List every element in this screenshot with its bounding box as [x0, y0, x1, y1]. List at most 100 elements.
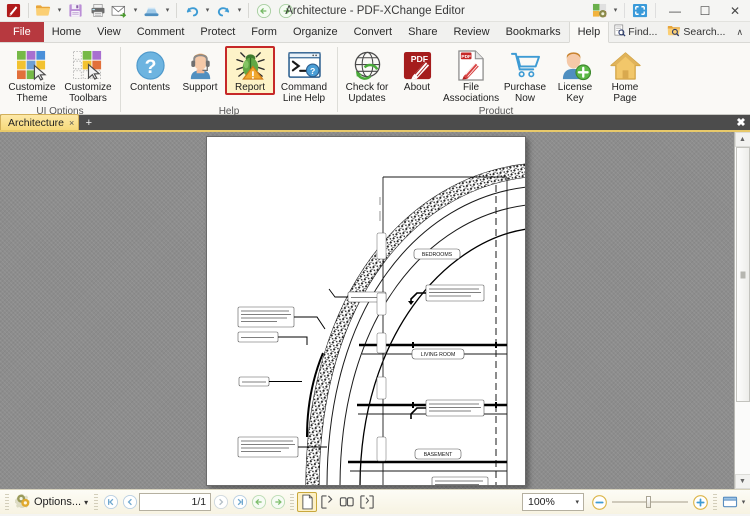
document-tab-label: Architecture — [8, 116, 65, 129]
document-tab-close-icon[interactable]: × — [69, 118, 74, 128]
tab-share[interactable]: Share — [400, 22, 445, 42]
fullscreen-icon[interactable] — [629, 1, 651, 21]
redo-icon[interactable] — [213, 1, 234, 21]
home-page-button[interactable]: Home Page — [600, 46, 650, 105]
tab-comment[interactable]: Comment — [129, 22, 193, 42]
close-button[interactable]: ✕ — [720, 0, 750, 22]
support-button[interactable]: Support — [175, 46, 225, 94]
tab-home[interactable]: Home — [44, 22, 89, 42]
new-tab-button[interactable]: + — [81, 115, 96, 130]
two-page-view-button[interactable] — [337, 492, 357, 512]
previous-view-button[interactable] — [249, 493, 268, 512]
tab-form[interactable]: Form — [243, 22, 285, 42]
app-logo-icon[interactable] — [3, 1, 24, 21]
scan-dropdown-caret-icon[interactable]: ▾ — [163, 1, 172, 21]
purchase-now-icon — [510, 49, 541, 81]
scan-icon[interactable] — [141, 1, 162, 21]
scroll-up-icon[interactable]: ▲ — [734, 132, 750, 147]
statusbar-drag-handle-3[interactable] — [290, 493, 295, 511]
zoom-out-button[interactable] — [590, 493, 609, 512]
undo-icon[interactable] — [181, 1, 202, 21]
customize-caret-icon[interactable]: ▾ — [611, 1, 620, 21]
options-button[interactable]: Options... ▾ — [12, 492, 91, 512]
file-associations-icon: PDF — [457, 49, 485, 81]
next-page-button[interactable] — [211, 493, 230, 512]
scroll-track[interactable] — [734, 147, 750, 474]
zoom-slider[interactable] — [612, 496, 688, 508]
single-page-view-button[interactable] — [297, 492, 318, 512]
about-button[interactable]: PDF About — [392, 46, 442, 94]
forward-icon[interactable] — [275, 1, 296, 21]
qat-separator-3 — [248, 3, 249, 18]
tab-organize[interactable]: Organize — [285, 22, 346, 42]
purchase-now-button[interactable]: Purchase Now — [500, 46, 550, 105]
statusbar-drag-handle-1[interactable] — [5, 493, 9, 511]
architecture-drawing: BEDROOMS LIVING ROOM BASEMENT — [207, 137, 525, 485]
search-button[interactable]: Search... — [663, 24, 729, 40]
continuous-page-view-button[interactable] — [317, 492, 337, 512]
tab-help[interactable]: Help — [568, 22, 610, 43]
report-bug-button[interactable]: Report — [225, 46, 275, 95]
vertical-scrollbar[interactable]: ▲ ▼ — [734, 132, 750, 489]
tab-review[interactable]: Review — [445, 22, 497, 42]
redo-dropdown-caret-icon[interactable]: ▾ — [235, 1, 244, 21]
tab-view[interactable]: View — [89, 22, 129, 42]
first-page-button[interactable] — [101, 493, 120, 512]
zoom-slider-knob[interactable] — [646, 496, 651, 508]
customize-toolbars-button[interactable]: Customize Toolbars — [60, 46, 116, 105]
check-updates-button[interactable]: Check for Updates — [342, 46, 392, 105]
options-caret-icon[interactable]: ▾ — [84, 498, 88, 507]
statusbar-drag-handle-4[interactable] — [713, 493, 717, 511]
page-layout-caret-icon[interactable]: ▾ — [739, 492, 748, 512]
quick-access-toolbar: ▾ ▾ ▾ ▾ ▾ — [0, 1, 296, 21]
pdf-page[interactable]: BEDROOMS LIVING ROOM BASEMENT — [206, 136, 526, 486]
home-page-label: Home Page — [611, 82, 639, 104]
collapse-ribbon-icon[interactable]: ∧ — [731, 27, 748, 38]
page-layout-button[interactable] — [720, 493, 739, 512]
scroll-down-icon[interactable]: ▼ — [734, 474, 750, 489]
status-bar-zoom-controls: 100% ▾ ▾ — [522, 492, 748, 512]
save-icon[interactable] — [65, 1, 86, 21]
gear-icon — [14, 493, 31, 511]
title-separator-2 — [655, 3, 656, 18]
status-bar: Options... ▾ 1/1 100% ▾ ▾ — [0, 489, 750, 514]
next-view-button[interactable] — [268, 493, 287, 512]
close-document-button[interactable]: ✖ — [732, 114, 750, 130]
undo-dropdown-caret-icon[interactable]: ▾ — [203, 1, 212, 21]
email-dropdown-caret-icon[interactable]: ▾ — [131, 1, 140, 21]
two-page-continuous-view-button[interactable] — [357, 492, 377, 512]
back-icon[interactable] — [253, 1, 274, 21]
customize-quick-access-icon[interactable] — [589, 1, 611, 21]
print-icon[interactable] — [87, 1, 108, 21]
tab-bookmarks[interactable]: Bookmarks — [498, 22, 569, 42]
previous-page-button[interactable] — [120, 493, 139, 512]
open-icon[interactable] — [33, 1, 54, 21]
file-associations-button[interactable]: PDF File Associations — [442, 46, 500, 105]
scroll-thumb[interactable] — [735, 147, 750, 402]
tab-file[interactable]: File — [0, 22, 44, 42]
zoom-dropdown-caret-icon[interactable]: ▾ — [575, 498, 579, 506]
room-label-bedrooms: BEDROOMS — [422, 252, 453, 258]
minimize-button[interactable]: — — [660, 0, 690, 22]
zoom-in-button[interactable] — [691, 493, 710, 512]
license-key-button[interactable]: License Key — [550, 46, 600, 105]
maximize-button[interactable]: ☐ — [690, 0, 720, 22]
tab-protect[interactable]: Protect — [192, 22, 243, 42]
zoom-level-input[interactable]: 100% ▾ — [522, 493, 584, 511]
page-number-input[interactable]: 1/1 — [139, 493, 212, 511]
zoom-slider-track[interactable] — [612, 496, 688, 508]
find-button[interactable]: Find... — [609, 24, 661, 40]
svg-text:PDF: PDF — [461, 53, 471, 59]
contents-button[interactable]: ? Contents — [125, 46, 175, 94]
page-viewport[interactable]: BEDROOMS LIVING ROOM BASEMENT — [0, 132, 734, 489]
email-icon[interactable] — [109, 1, 130, 21]
statusbar-drag-handle-2[interactable] — [94, 493, 99, 511]
ribbon-tab-bar: File Home View Comment Protect Form Orga… — [0, 22, 750, 43]
last-page-button[interactable] — [230, 493, 249, 512]
customize-theme-button[interactable]: Customize Theme — [4, 46, 60, 105]
document-tab-architecture[interactable]: Architecture × — [0, 114, 80, 130]
tab-convert[interactable]: Convert — [346, 22, 401, 42]
open-dropdown-caret-icon[interactable]: ▾ — [55, 1, 64, 21]
command-line-help-button[interactable]: ? Command Line Help — [275, 46, 333, 105]
ribbon-group-ui-options: Customize Theme Customize Toolbars UI Op… — [0, 43, 120, 117]
